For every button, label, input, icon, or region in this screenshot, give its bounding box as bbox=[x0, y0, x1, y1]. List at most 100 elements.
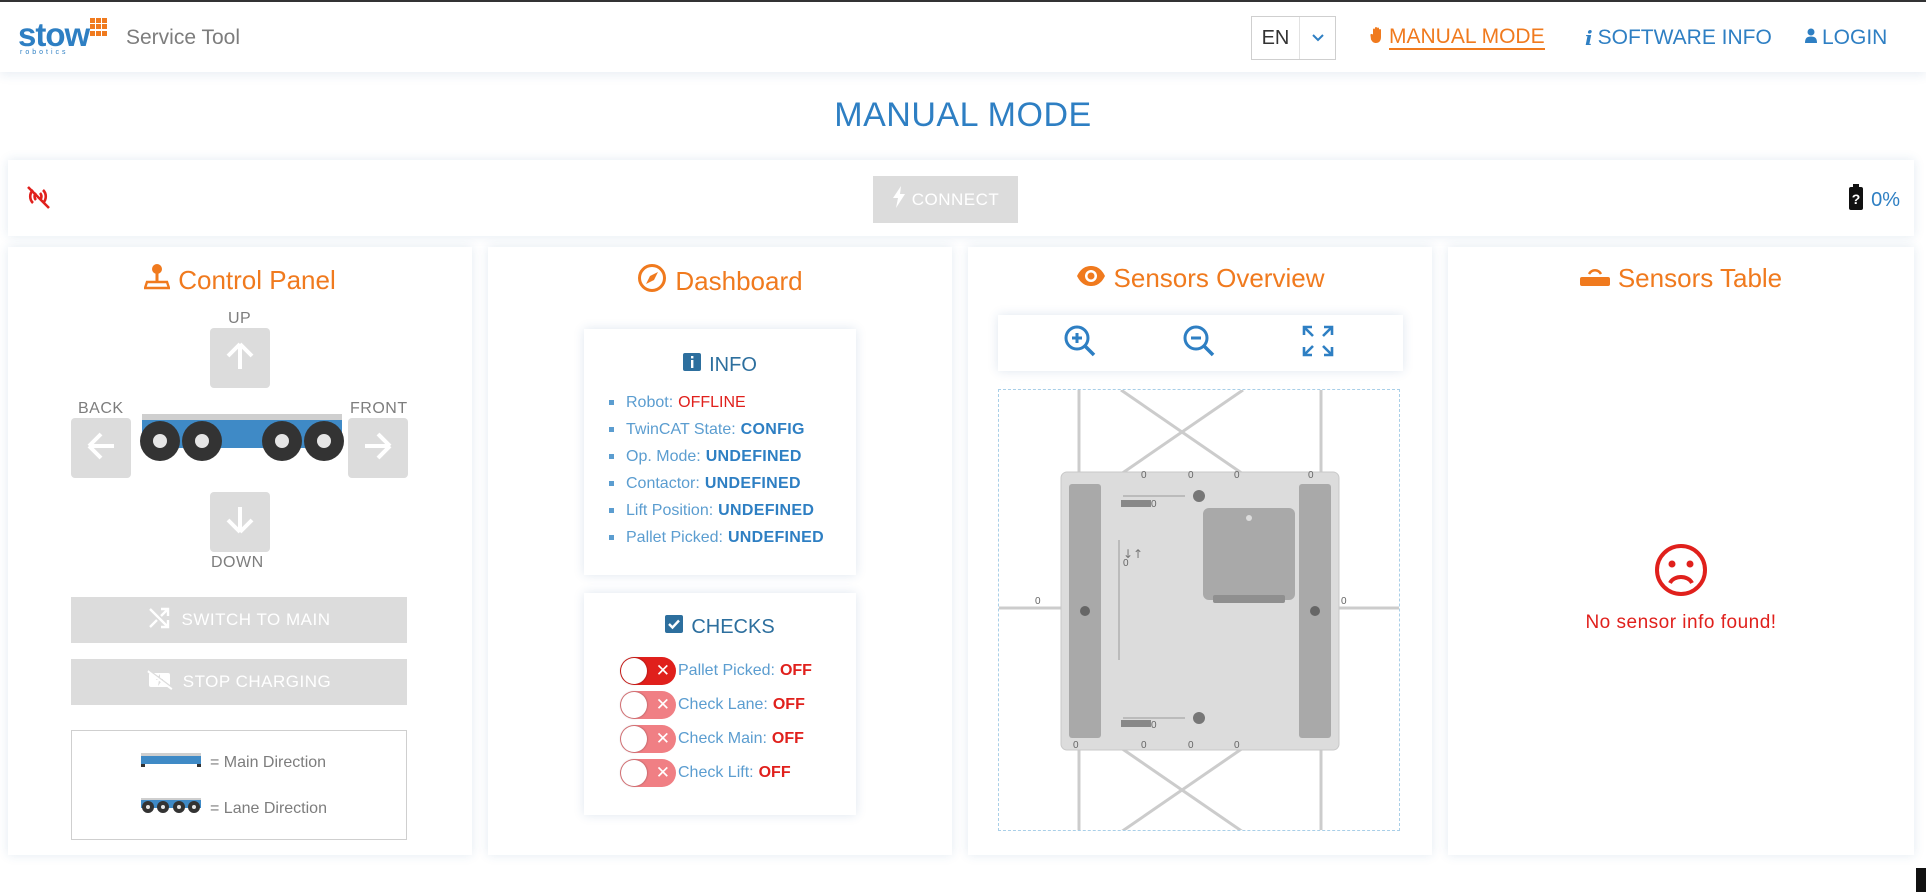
svg-text:?: ? bbox=[1852, 191, 1861, 207]
info-value: UNDEFINED bbox=[705, 448, 802, 465]
check-row-lane: ✕ Check Lane: OFF bbox=[620, 691, 805, 719]
info-label: Lift Position: bbox=[626, 502, 714, 519]
legend-main-text: = Main Direction bbox=[210, 753, 327, 771]
sensor-value: 0 bbox=[1141, 470, 1147, 481]
language-select[interactable]: EN bbox=[1251, 16, 1336, 60]
main-direction-icon bbox=[140, 752, 202, 773]
logo-subtext: robotics bbox=[20, 49, 69, 56]
sensor-value: 0 bbox=[1123, 558, 1129, 569]
info-item-pallet-picked: Pallet Picked: UNDEFINED bbox=[609, 524, 824, 551]
nav-manual-mode-label: MANUAL MODE bbox=[1389, 25, 1545, 50]
info-item-lift-position: Lift Position: UNDEFINED bbox=[609, 497, 824, 524]
toggle-check-lane[interactable]: ✕ bbox=[620, 691, 676, 719]
legend-main-row: = Main Direction bbox=[140, 752, 326, 773]
switch-to-main-label: SWITCH TO MAIN bbox=[181, 610, 331, 629]
info-item-contactor: Contactor: UNDEFINED bbox=[609, 470, 824, 497]
battery-status: ? 0% bbox=[1849, 184, 1900, 216]
arrow-down-icon bbox=[224, 504, 256, 541]
info-label: Op. Mode: bbox=[626, 448, 701, 465]
move-back-button[interactable] bbox=[71, 418, 131, 478]
no-signal-icon bbox=[24, 184, 52, 215]
sensor-value: 0 bbox=[1188, 470, 1194, 481]
sensors-overview-title: Sensors Overview bbox=[968, 263, 1432, 294]
nav-software-info[interactable]: i SOFTWARE INFO bbox=[1585, 26, 1772, 50]
sensors-overview-title-text: Sensors Overview bbox=[1113, 263, 1325, 293]
nav-manual-mode[interactable]: MANUAL MODE bbox=[1370, 26, 1545, 50]
connect-button[interactable]: CONNECT bbox=[873, 176, 1018, 223]
chevron-down-icon[interactable] bbox=[1300, 17, 1335, 59]
sensor-value: 0 bbox=[1308, 470, 1314, 481]
sensors-overview-panel: Sensors Overview ↓↑ 0 0 0 0 0 0 0 0 0 0 … bbox=[968, 247, 1432, 855]
no-sensor-message: No sensor info found! bbox=[1448, 543, 1914, 634]
x-icon: ✕ bbox=[655, 729, 670, 748]
move-front-button[interactable] bbox=[348, 418, 408, 478]
switch-to-main-button[interactable]: SWITCH TO MAIN bbox=[71, 597, 407, 643]
sensor-value: 0 bbox=[1141, 740, 1147, 751]
dashboard-title: Dashboard bbox=[488, 263, 952, 300]
move-up-button[interactable] bbox=[210, 328, 270, 388]
down-label: DOWN bbox=[211, 554, 264, 571]
sensor-value: 0 bbox=[1341, 596, 1347, 607]
lane-direction-icon bbox=[140, 797, 202, 820]
nav-login[interactable]: LOGIN bbox=[1805, 26, 1887, 50]
info-label: Contactor: bbox=[626, 475, 700, 492]
info-value: CONFIG bbox=[740, 421, 805, 438]
check-value: OFF bbox=[779, 662, 812, 679]
nav-login-label: LOGIN bbox=[1822, 26, 1888, 49]
check-label: Pallet Picked: bbox=[678, 662, 775, 679]
info-item-robot: Robot: OFFLINE bbox=[609, 389, 824, 416]
zoom-out-icon bbox=[1182, 324, 1216, 363]
stop-charging-button[interactable]: STOP CHARGING bbox=[71, 659, 407, 705]
arrow-up-icon bbox=[224, 340, 256, 377]
app-title: Service Tool bbox=[126, 26, 241, 49]
control-panel-title: Control Panel bbox=[8, 263, 472, 298]
info-label: Pallet Picked: bbox=[626, 529, 723, 546]
check-value: OFF bbox=[758, 764, 791, 781]
sad-face-icon bbox=[1654, 544, 1708, 601]
user-icon bbox=[1805, 26, 1817, 50]
control-panel-title-text: Control Panel bbox=[178, 265, 336, 295]
control-panel: Control Panel UP BACK FRONT DOWN SWITCH … bbox=[8, 247, 472, 855]
no-charging-icon bbox=[147, 669, 174, 695]
sensor-value: 0 bbox=[1151, 499, 1157, 510]
nav-software-info-label: SOFTWARE INFO bbox=[1597, 26, 1772, 49]
page-title: MANUAL MODE bbox=[834, 96, 1092, 134]
battery-unknown-icon: ? bbox=[1849, 184, 1864, 216]
info-item-op-mode: Op. Mode: UNDEFINED bbox=[609, 443, 824, 470]
checks-card-title-text: CHECKS bbox=[691, 615, 775, 638]
robot-top-view: ↓↑ bbox=[999, 390, 1399, 830]
toggle-check-main[interactable]: ✕ bbox=[620, 725, 676, 753]
legend-lane-text: = Lane Direction bbox=[210, 799, 327, 817]
checkbox-icon bbox=[665, 615, 684, 639]
move-down-button[interactable] bbox=[210, 492, 270, 552]
check-value: OFF bbox=[771, 730, 804, 747]
no-sensor-text: No sensor info found! bbox=[1585, 612, 1777, 633]
zoom-in-button[interactable] bbox=[1061, 325, 1099, 361]
checks-card: CHECKS ✕ Pallet Picked: OFF ✕ Check Lane:… bbox=[584, 593, 856, 815]
toggle-pallet-picked[interactable]: ✕ bbox=[620, 657, 676, 685]
sensor-value: 0 bbox=[1151, 720, 1157, 731]
sensor-value: 0 bbox=[1234, 470, 1240, 481]
bolt-icon bbox=[892, 186, 906, 213]
info-label: TwinCAT State: bbox=[626, 421, 736, 438]
zoom-toolbar bbox=[998, 315, 1403, 371]
battery-percent: 0% bbox=[1871, 188, 1900, 211]
sensor-value: 0 bbox=[1234, 740, 1240, 751]
hand-icon bbox=[1370, 26, 1384, 50]
expand-icon bbox=[1301, 324, 1335, 363]
sensors-table-panel: Sensors Table No sensor info found! bbox=[1448, 247, 1914, 855]
compass-icon bbox=[637, 263, 667, 300]
toggle-check-lift[interactable]: ✕ bbox=[620, 759, 676, 787]
info-card-title-text: INFO bbox=[709, 353, 757, 376]
arrow-left-icon bbox=[85, 430, 117, 467]
connect-label: CONNECT bbox=[911, 189, 1000, 209]
sensors-table-title-text: Sensors Table bbox=[1617, 263, 1783, 293]
stow-logo[interactable]: stow robotics bbox=[18, 16, 113, 62]
check-row-main: ✕ Check Main: OFF bbox=[620, 725, 804, 753]
check-row-pallet-picked: ✕ Pallet Picked: OFF bbox=[620, 657, 812, 685]
zoom-out-button[interactable] bbox=[1180, 325, 1218, 361]
top-navbar: stow robotics Service Tool EN MANUAL MOD… bbox=[0, 2, 1926, 72]
check-label: Check Lane: bbox=[678, 696, 768, 713]
checks-card-title: CHECKS bbox=[584, 615, 856, 639]
fit-view-button[interactable] bbox=[1299, 325, 1337, 361]
